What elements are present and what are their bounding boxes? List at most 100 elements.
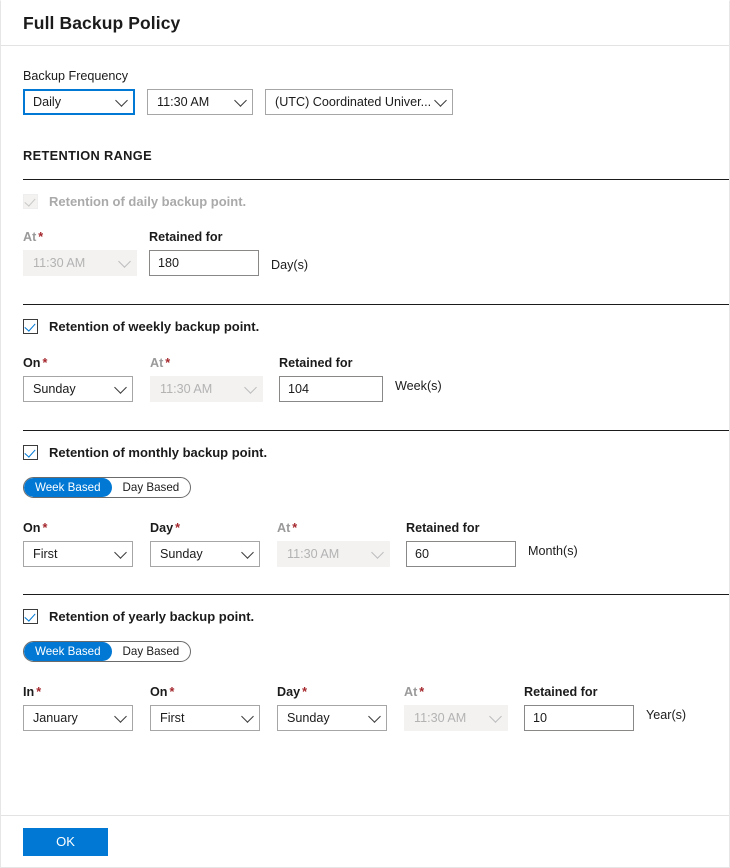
yearly-day-select[interactable]: Sunday — [277, 705, 387, 731]
yearly-checkbox-row[interactable]: Retention of yearly backup point. — [23, 609, 707, 624]
weekly-retained-input[interactable]: 104 — [279, 376, 383, 402]
yearly-in-value: January — [33, 711, 78, 725]
chevron-down-icon — [489, 710, 502, 723]
daily-retained-cell: Retained for 180 — [149, 229, 259, 276]
monthly-mode-toggle[interactable]: Week Based Day Based — [23, 477, 191, 498]
monthly-fields-row: On* First Day* Sunday At* 1 — [23, 520, 707, 567]
monthly-day-select[interactable]: Sunday — [150, 541, 260, 567]
yearly-fields-row: In* January On* First Day* — [23, 684, 707, 731]
monthly-at-select: 11:30 AM — [277, 541, 390, 567]
required-marker: * — [302, 685, 307, 699]
frequency-timezone-value: (UTC) Coordinated Univer... — [275, 95, 431, 109]
chevron-down-icon — [114, 546, 127, 559]
weekly-on-select[interactable]: Sunday — [23, 376, 133, 402]
required-marker: * — [43, 356, 48, 370]
daily-unit-label: Day(s) — [271, 258, 308, 276]
yearly-at-select: 11:30 AM — [404, 705, 508, 731]
yearly-unit-label: Year(s) — [646, 708, 686, 731]
yearly-retained-value: 10 — [533, 711, 547, 725]
ok-button[interactable]: OK — [23, 828, 108, 856]
monthly-retention-checkbox[interactable] — [23, 445, 38, 460]
check-icon — [24, 446, 35, 457]
yearly-on-value: First — [160, 711, 184, 725]
weekly-on-value: Sunday — [33, 382, 76, 396]
frequency-interval-cell: Daily — [23, 89, 135, 115]
frequency-interval-select[interactable]: Daily — [23, 89, 135, 115]
monthly-checkbox-row[interactable]: Retention of monthly backup point. — [23, 445, 707, 460]
required-marker: * — [419, 685, 424, 699]
chevron-down-icon — [118, 255, 131, 268]
yearly-retention-checkbox[interactable] — [23, 609, 38, 624]
weekly-at-cell: At* 11:30 AM — [150, 355, 263, 402]
chevron-down-icon — [434, 94, 447, 107]
monthly-toggle-week-based[interactable]: Week Based — [24, 478, 112, 497]
monthly-on-cell: On* First — [23, 520, 133, 567]
weekly-at-value: 11:30 AM — [160, 382, 212, 396]
required-marker: * — [170, 685, 175, 699]
monthly-on-label: On* — [23, 520, 133, 536]
weekly-retained-cell: Retained for 104 — [279, 355, 383, 402]
yearly-toggle-day-based[interactable]: Day Based — [112, 642, 191, 661]
monthly-retention-label: Retention of monthly backup point. — [49, 445, 267, 460]
weekly-retained-label: Retained for — [279, 355, 383, 371]
daily-retention-section: Retention of daily backup point. At* 11:… — [1, 180, 729, 276]
monthly-at-value: 11:30 AM — [287, 547, 339, 561]
required-marker: * — [38, 230, 43, 244]
yearly-in-select[interactable]: January — [23, 705, 133, 731]
frequency-timezone-select[interactable]: (UTC) Coordinated Univer... — [265, 89, 453, 115]
daily-fields-row: At* 11:30 AM Retained for 180 Day(s) — [23, 229, 707, 276]
required-marker: * — [292, 521, 297, 535]
yearly-toggle-week-based[interactable]: Week Based — [24, 642, 112, 661]
daily-retained-input[interactable]: 180 — [149, 250, 259, 276]
monthly-retention-section: Retention of monthly backup point. Week … — [1, 431, 729, 567]
yearly-mode-toggle[interactable]: Week Based Day Based — [23, 641, 191, 662]
monthly-retained-value: 60 — [415, 547, 429, 561]
yearly-day-cell: Day* Sunday — [277, 684, 387, 731]
weekly-on-label: On* — [23, 355, 133, 371]
weekly-fields-row: On* Sunday At* 11:30 AM Retained for — [23, 355, 707, 402]
daily-retention-label: Retention of daily backup point. — [49, 194, 246, 209]
retention-range-heading: RETENTION RANGE — [1, 148, 729, 163]
monthly-on-select[interactable]: First — [23, 541, 133, 567]
monthly-retained-cell: Retained for 60 — [406, 520, 516, 567]
daily-retained-label: Retained for — [149, 229, 259, 245]
monthly-day-label: Day* — [150, 520, 260, 536]
chevron-down-icon — [114, 381, 127, 394]
monthly-day-cell: Day* Sunday — [150, 520, 260, 567]
weekly-retention-section: Retention of weekly backup point. On* Su… — [1, 305, 729, 402]
yearly-on-select[interactable]: First — [150, 705, 260, 731]
yearly-at-label: At* — [404, 684, 508, 700]
weekly-at-select: 11:30 AM — [150, 376, 263, 402]
monthly-on-value: First — [33, 547, 57, 561]
monthly-retained-input[interactable]: 60 — [406, 541, 516, 567]
backup-frequency-block: Backup Frequency Daily 11:30 AM — [1, 46, 729, 115]
monthly-toggle-day-based[interactable]: Day Based — [112, 478, 191, 497]
yearly-mode-toggle-row: Week Based Day Based — [23, 641, 707, 662]
chevron-down-icon — [234, 94, 247, 107]
weekly-retention-checkbox[interactable] — [23, 319, 38, 334]
yearly-retention-label: Retention of yearly backup point. — [49, 609, 254, 624]
chevron-down-icon — [371, 546, 384, 559]
frequency-time-value: 11:30 AM — [157, 95, 209, 109]
yearly-retention-section: Retention of yearly backup point. Week B… — [1, 595, 729, 731]
daily-at-select: 11:30 AM — [23, 250, 137, 276]
chevron-down-icon — [115, 94, 128, 107]
dialog-body: Backup Frequency Daily 11:30 AM — [1, 46, 729, 731]
yearly-in-cell: In* January — [23, 684, 133, 731]
weekly-unit-label: Week(s) — [395, 379, 442, 402]
monthly-at-label: At* — [277, 520, 390, 536]
daily-at-cell: At* 11:30 AM — [23, 229, 137, 276]
daily-retained-value: 180 — [158, 256, 179, 270]
yearly-retained-input[interactable]: 10 — [524, 705, 634, 731]
yearly-in-label: In* — [23, 684, 133, 700]
chevron-down-icon — [241, 546, 254, 559]
yearly-day-label: Day* — [277, 684, 387, 700]
weekly-on-cell: On* Sunday — [23, 355, 133, 402]
daily-checkbox-row: Retention of daily backup point. — [23, 194, 707, 209]
check-icon — [24, 195, 35, 206]
weekly-checkbox-row[interactable]: Retention of weekly backup point. — [23, 319, 707, 334]
frequency-interval-value: Daily — [33, 95, 61, 109]
dialog-footer: OK — [1, 815, 729, 867]
daily-retention-checkbox — [23, 194, 38, 209]
frequency-time-select[interactable]: 11:30 AM — [147, 89, 253, 115]
